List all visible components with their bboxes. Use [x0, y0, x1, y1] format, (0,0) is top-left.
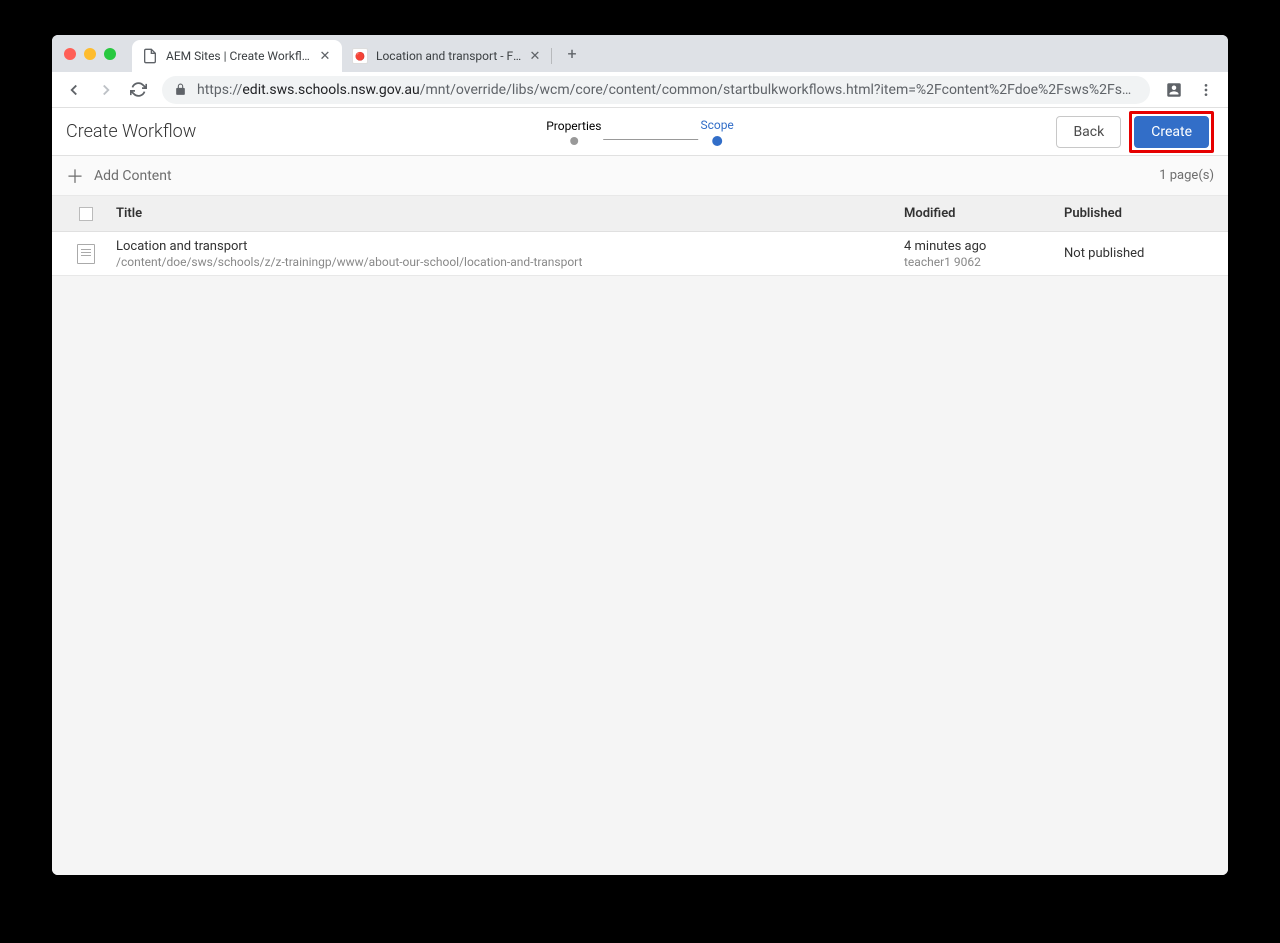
row-published-cell: Not published	[1064, 246, 1214, 261]
close-tab-icon[interactable]: ✕	[318, 49, 332, 63]
add-content-button[interactable]: ＋ Add Content	[66, 163, 172, 189]
favicon-icon: 🔴	[352, 48, 368, 64]
step-dot-icon	[570, 137, 578, 145]
column-title[interactable]: Title	[106, 206, 904, 221]
add-content-label: Add Content	[94, 168, 172, 184]
page-icon	[142, 48, 158, 64]
maximize-window-button[interactable]	[104, 48, 116, 60]
table-row[interactable]: Location and transport /content/doe/sws/…	[52, 232, 1228, 276]
browser-window: AEM Sites | Create Workflow ✕ 🔴 Location…	[52, 35, 1228, 875]
browser-tab-active[interactable]: AEM Sites | Create Workflow ✕	[132, 40, 342, 72]
select-all-checkbox[interactable]	[79, 207, 93, 221]
wizard-steps: Properties Scope	[546, 118, 734, 146]
toolbar: ＋ Add Content 1 page(s)	[52, 156, 1228, 196]
close-window-button[interactable]	[64, 48, 76, 60]
create-button[interactable]: Create	[1134, 116, 1209, 148]
row-modified-time: 4 minutes ago	[904, 239, 1064, 254]
window-controls	[64, 48, 116, 60]
app-content: Create Workflow Properties Scope Back Cr…	[52, 108, 1228, 875]
row-title: Location and transport	[116, 239, 904, 254]
column-published[interactable]: Published	[1064, 206, 1214, 221]
row-modified-by: teacher1 9062	[904, 255, 1064, 269]
app-header: Create Workflow Properties Scope Back Cr…	[52, 108, 1228, 156]
forward-button[interactable]	[92, 76, 120, 104]
url-text: https://edit.sws.schools.nsw.gov.au/mnt/…	[197, 82, 1138, 98]
address-bar: https://edit.sws.schools.nsw.gov.au/mnt/…	[52, 72, 1228, 108]
minimize-window-button[interactable]	[84, 48, 96, 60]
page-icon	[77, 244, 95, 264]
profile-icon[interactable]	[1160, 76, 1188, 104]
row-modified-cell: 4 minutes ago teacher1 9062	[904, 239, 1064, 269]
highlight-annotation: Create	[1129, 111, 1214, 153]
lock-icon	[174, 83, 187, 96]
column-modified[interactable]: Modified	[904, 206, 1064, 221]
plus-icon: ＋	[66, 163, 84, 189]
close-tab-icon[interactable]: ✕	[528, 49, 542, 63]
header-actions: Back Create	[1056, 111, 1214, 153]
browser-tab-inactive[interactable]: 🔴 Location and transport - Fern T ✕	[342, 40, 552, 72]
table-header: Title Modified Published	[52, 196, 1228, 232]
step-dot-icon	[712, 136, 722, 146]
row-title-cell: Location and transport /content/doe/sws/…	[106, 239, 904, 269]
back-button[interactable]	[60, 76, 88, 104]
titlebar: AEM Sites | Create Workflow ✕ 🔴 Location…	[52, 35, 1228, 72]
tab-title: AEM Sites | Create Workflow	[166, 49, 312, 63]
step-properties[interactable]: Properties	[546, 119, 601, 145]
url-input[interactable]: https://edit.sws.schools.nsw.gov.au/mnt/…	[162, 76, 1150, 104]
reload-button[interactable]	[124, 76, 152, 104]
row-path: /content/doe/sws/schools/z/z-trainingp/w…	[116, 255, 904, 269]
page-title: Create Workflow	[66, 121, 196, 142]
page-count: 1 page(s)	[1159, 168, 1214, 183]
step-scope[interactable]: Scope	[700, 118, 733, 146]
new-tab-button[interactable]: +	[558, 40, 586, 68]
step-connector	[603, 139, 698, 140]
row-icon	[66, 244, 106, 264]
menu-icon[interactable]	[1192, 76, 1220, 104]
back-button[interactable]: Back	[1056, 116, 1121, 148]
tab-title: Location and transport - Fern T	[376, 49, 522, 63]
